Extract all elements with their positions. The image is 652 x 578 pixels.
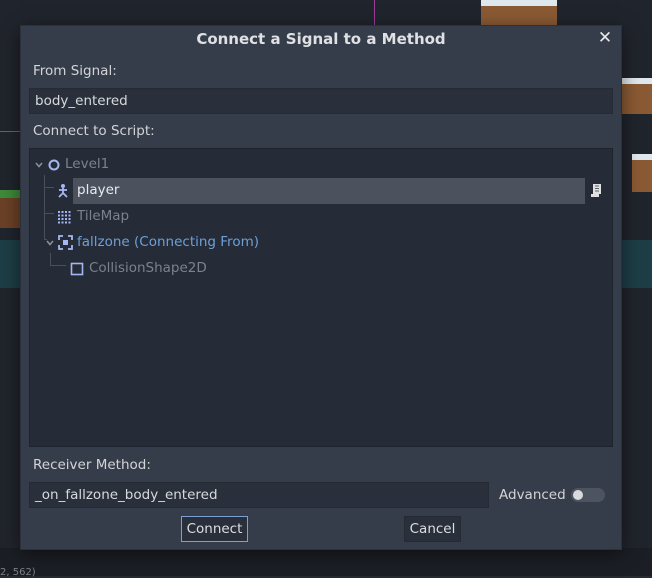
from-signal-label: From Signal:: [33, 63, 117, 79]
connect-signal-dialog: Connect a Signal to a Method ✕ From Sign…: [21, 26, 621, 549]
tilemap-grid-icon: [58, 211, 71, 224]
kinematic-body-icon: [58, 184, 68, 198]
from-signal-field[interactable]: body_entered: [29, 88, 613, 114]
editor-status-text: 2, 562): [0, 567, 36, 578]
collision-shape-icon: [70, 262, 84, 276]
area2d-icon: [58, 235, 73, 250]
receiver-method-input[interactable]: _on_fallzone_body_entered: [29, 482, 489, 508]
receiver-method-label: Receiver Method:: [33, 457, 151, 473]
selection-highlight: [73, 178, 585, 204]
chevron-down-icon[interactable]: [34, 160, 44, 170]
viewport-grass-tile: [0, 190, 21, 228]
viewport-guide-line: [0, 131, 22, 132]
dialog-titlebar[interactable]: Connect a Signal to a Method ✕: [21, 26, 621, 52]
chevron-down-icon[interactable]: [45, 238, 55, 248]
tree-item-label: TileMap: [77, 208, 130, 224]
script-icon[interactable]: [590, 182, 604, 199]
connect-button[interactable]: Connect: [181, 516, 248, 542]
scene-tree[interactable]: Level1 player TileMap fallzone (Connecti…: [29, 148, 613, 447]
viewport-tile: [621, 78, 652, 114]
cancel-button[interactable]: Cancel: [404, 516, 461, 542]
tree-item-fallzone[interactable]: fallzone (Connecting From): [30, 230, 612, 256]
advanced-label: Advanced: [499, 487, 566, 503]
viewport-tile: [481, 0, 557, 26]
close-icon[interactable]: ✕: [597, 28, 613, 48]
advanced-toggle[interactable]: [571, 488, 605, 502]
tree-item-tilemap[interactable]: TileMap: [30, 204, 612, 230]
node2d-circle-icon: [48, 159, 60, 171]
tree-item-player[interactable]: player: [30, 178, 612, 204]
tree-item-label: fallzone (Connecting From): [77, 234, 259, 250]
viewport-tile: [632, 154, 652, 192]
tree-item-label: player: [77, 182, 120, 198]
connect-to-script-label: Connect to Script:: [33, 123, 155, 139]
viewport-guide-line: [374, 0, 375, 28]
dialog-title: Connect a Signal to a Method: [196, 30, 446, 48]
editor-bottom-bar: [0, 548, 652, 576]
tree-item-label: Level1: [65, 156, 110, 172]
tree-item-collisionshape2d[interactable]: CollisionShape2D: [30, 256, 612, 282]
tree-item-label: CollisionShape2D: [89, 260, 207, 276]
tree-item-level1[interactable]: Level1: [30, 152, 612, 178]
toggle-knob: [573, 490, 583, 500]
